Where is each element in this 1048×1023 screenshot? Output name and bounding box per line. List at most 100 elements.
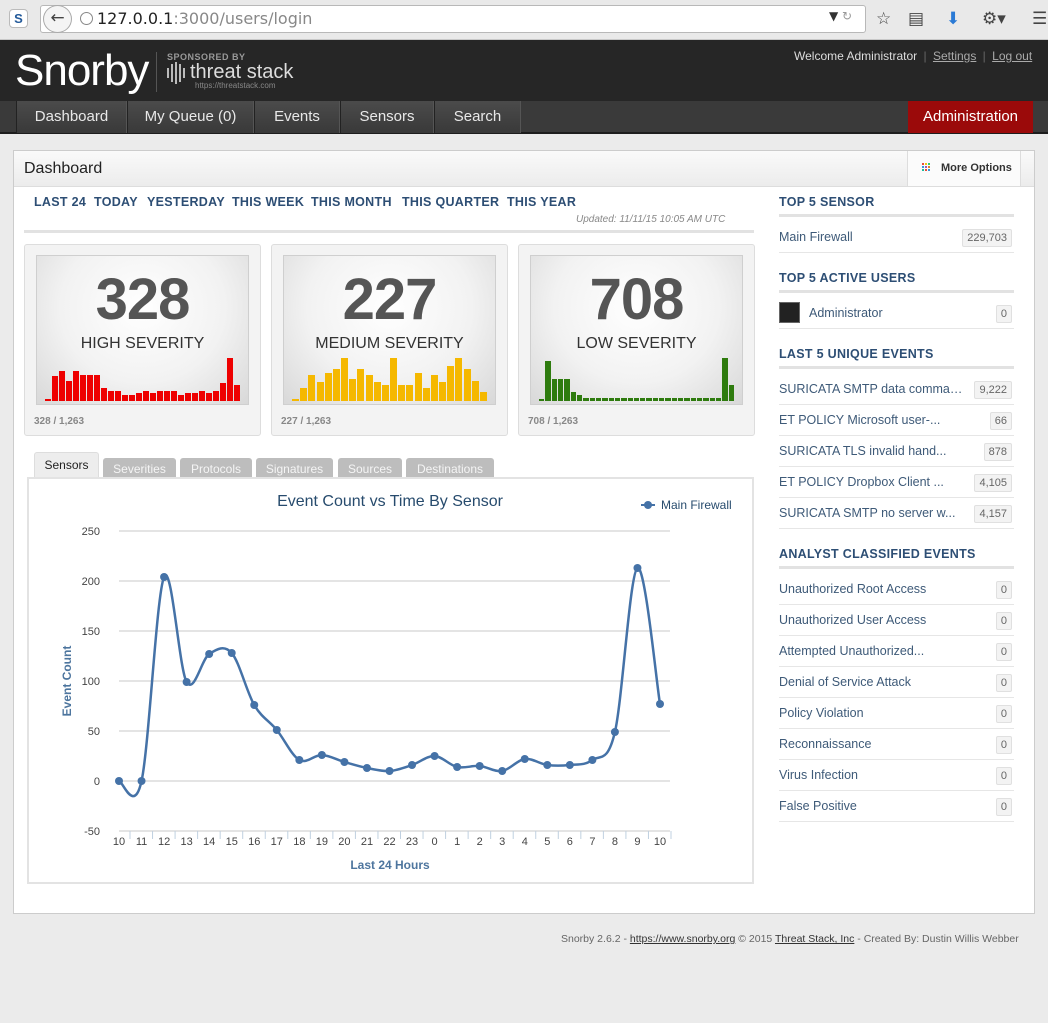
classification-row[interactable]: Unauthorized User Access 0 [779, 605, 1014, 636]
download-icon[interactable]: ⬇ [946, 9, 960, 29]
event-name[interactable]: SURICATA TLS invalid hand... [779, 436, 964, 467]
sparkline-bar [652, 398, 659, 401]
chart-tab-sources[interactable]: Sources [338, 458, 402, 478]
logout-link[interactable]: Log out [992, 49, 1032, 63]
x-tick-label: 12 [158, 836, 170, 848]
event-name[interactable]: ET POLICY Dropbox Client ... [779, 467, 964, 498]
chart-tab-signatures[interactable]: Signatures [256, 458, 333, 478]
nav-search[interactable]: Search [434, 101, 521, 133]
classification-name[interactable]: False Positive [779, 791, 964, 822]
reader-icon[interactable]: ▤ [908, 9, 924, 29]
page-title: Dashboard [24, 160, 103, 177]
event-row[interactable]: SURICATA SMTP no server w... 4,157 [779, 498, 1014, 529]
x-tick-label: 15 [226, 836, 238, 848]
separator: | [982, 49, 986, 63]
classification-name[interactable]: Attempted Unauthorized... [779, 636, 964, 667]
data-point [295, 756, 304, 764]
nav-sensors[interactable]: Sensors [340, 101, 434, 133]
sparkline-bar [199, 391, 205, 401]
classification-row[interactable]: False Positive 0 [779, 791, 1014, 822]
medium-severity-count: 227 [342, 267, 438, 332]
sparkline-bar [583, 398, 589, 401]
unique-events-heading: LAST 5 UNIQUE EVENTS [779, 347, 1014, 369]
tab-this-quarter[interactable]: THIS QUARTER [402, 195, 499, 209]
tab-this-year[interactable]: THIS YEAR [507, 195, 576, 209]
tab-this-month[interactable]: THIS MONTH [311, 195, 392, 209]
classification-name[interactable]: Unauthorized User Access [779, 605, 964, 636]
chart-tab-destinations[interactable]: Destinations [406, 458, 494, 478]
sparkline-bar [390, 358, 398, 401]
classification-name[interactable]: Virus Infection [779, 760, 964, 791]
sparkline-bar [80, 374, 86, 401]
nav-administration[interactable]: Administration [908, 101, 1033, 133]
settings-link[interactable]: Settings [933, 49, 976, 63]
snorby-logo[interactable]: Snorby [15, 46, 149, 96]
classification-row[interactable]: Policy Violation 0 [779, 698, 1014, 729]
url-dropdown-icon[interactable]: ▼ ↻ [829, 9, 852, 23]
classification-row[interactable]: Unauthorized Root Access 0 [779, 574, 1014, 605]
grid-icon [922, 163, 931, 172]
sensor-row[interactable]: Main Firewall 229,703 [779, 222, 1014, 253]
x-tick-label: 20 [338, 836, 350, 848]
data-point [453, 763, 462, 771]
separator: | [923, 49, 927, 63]
y-tick-label: 100 [82, 676, 100, 688]
low-severity-ratio: 708 / 1,263 [528, 416, 579, 427]
data-point [340, 758, 349, 766]
sparkline-bar [357, 368, 365, 401]
x-tick-label: 13 [181, 836, 193, 848]
classification-name[interactable]: Unauthorized Root Access [779, 574, 964, 605]
menu-icon[interactable]: ☰ [1032, 9, 1047, 29]
event-name[interactable]: SURICATA SMTP no server w... [779, 498, 964, 529]
data-point [633, 564, 642, 572]
sparkline-bar [716, 398, 722, 401]
data-point [430, 752, 439, 760]
reload-icon[interactable]: ↻ [842, 9, 852, 23]
sparkline-bar [171, 391, 177, 401]
event-row[interactable]: SURICATA SMTP data comman... 9,222 [779, 374, 1014, 405]
url-text[interactable]: 127.0.0.1:3000/users/login [97, 9, 312, 28]
classification-name[interactable]: Reconnaissance [779, 729, 964, 760]
event-row[interactable]: SURICATA TLS invalid hand... 878 [779, 436, 1014, 467]
sensor-name[interactable]: Main Firewall [779, 222, 964, 253]
nav-events[interactable]: Events [254, 101, 340, 133]
classification-count-badge: 0 [995, 798, 1012, 816]
back-icon[interactable]: ← [43, 5, 72, 33]
event-row[interactable]: ET POLICY Dropbox Client ... 4,105 [779, 467, 1014, 498]
sparkline-bar [164, 391, 170, 401]
snorby-site-link[interactable]: https://www.snorby.org [630, 933, 735, 945]
event-name[interactable]: ET POLICY Microsoft user-... [779, 405, 964, 436]
chart-tab-severities[interactable]: Severities [103, 458, 176, 478]
sparkline-bar [234, 384, 240, 401]
extension-icon[interactable]: ⚙▾ [982, 9, 1006, 29]
classification-row[interactable]: Denial of Service Attack 0 [779, 667, 1014, 698]
threat-stack-link[interactable]: Threat Stack, Inc [775, 933, 854, 945]
user-name[interactable]: Administrator [809, 298, 994, 329]
app-favicon[interactable]: S [9, 9, 28, 28]
sparkline-bar [479, 392, 487, 401]
tab-today[interactable]: TODAY [94, 195, 138, 209]
tab-last-24[interactable]: LAST 24 [34, 195, 86, 209]
star-icon[interactable]: ☆ [876, 9, 891, 29]
tab-this-week[interactable]: THIS WEEK [232, 195, 304, 209]
user-row[interactable]: Administrator 0 [779, 298, 1014, 329]
event-name[interactable]: SURICATA SMTP data comman... [779, 374, 964, 405]
chart-tab-sensors[interactable]: Sensors [34, 452, 99, 477]
chart-tab-protocols[interactable]: Protocols [180, 458, 252, 478]
classification-row[interactable]: Attempted Unauthorized... 0 [779, 636, 1014, 667]
sparkline-bar [136, 393, 142, 401]
x-tick-label: 22 [383, 836, 395, 848]
sparkline-bar [300, 388, 308, 401]
event-row[interactable]: ET POLICY Microsoft user-... 66 [779, 405, 1014, 436]
x-tick-label: 4 [522, 836, 528, 848]
nav-dashboard[interactable]: Dashboard [16, 101, 127, 133]
classification-row[interactable]: Virus Infection 0 [779, 760, 1014, 791]
tab-yesterday[interactable]: YESTERDAY [147, 195, 225, 209]
credits-text: - Created By: Dustin Willis Webber [854, 933, 1019, 945]
data-point [408, 761, 417, 769]
classification-name[interactable]: Denial of Service Attack [779, 667, 964, 698]
classification-row[interactable]: Reconnaissance 0 [779, 729, 1014, 760]
sparkline-bar [439, 382, 447, 401]
nav-my-queue[interactable]: My Queue (0) [127, 101, 254, 133]
classification-name[interactable]: Policy Violation [779, 698, 964, 729]
